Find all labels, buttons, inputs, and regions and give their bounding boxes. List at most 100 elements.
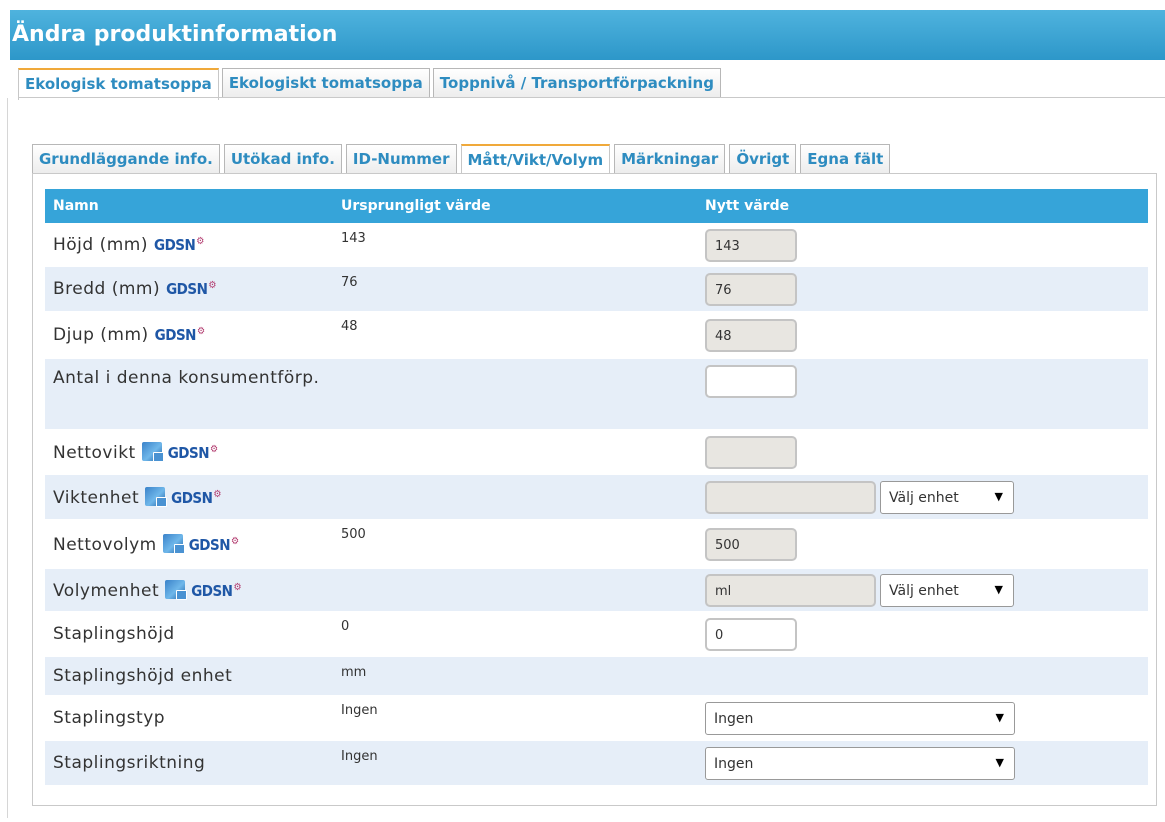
- table-header: Namn Ursprungligt värde Nytt värde: [45, 189, 1148, 223]
- width-input[interactable]: 76: [705, 272, 797, 306]
- row-label-text: Nettovikt: [53, 442, 136, 463]
- select-value: Välj enhet: [889, 489, 959, 506]
- depth-input[interactable]: 48: [705, 318, 797, 352]
- new-value-cell: 76: [697, 267, 1148, 311]
- table-row: Viktenhet GDSN⚙ Välj enhet ▼: [45, 475, 1148, 519]
- original-value: [333, 429, 697, 475]
- eu-flag-icon: [141, 441, 164, 462]
- new-value-cell: 48: [697, 311, 1148, 359]
- table-row: Antal i denna konsumentförp.: [45, 359, 1148, 429]
- gdsn-text: GDSN: [188, 535, 231, 554]
- original-value: 48: [341, 319, 358, 334]
- gdsn-logo-icon: GDSN⚙: [189, 536, 239, 554]
- gdsn-text: GDSN: [166, 280, 208, 298]
- gdsn-mark-icon: ⚙: [210, 443, 218, 455]
- gdsn-mark-icon: ⚙: [196, 236, 204, 247]
- column-header-new: Nytt värde: [705, 198, 790, 214]
- select-value: Välj enhet: [889, 582, 959, 599]
- chevron-down-icon: ▼: [994, 489, 1003, 503]
- new-value-cell: Ingen ▼: [697, 695, 1148, 741]
- weight-unit-select[interactable]: Välj enhet ▼: [880, 480, 1014, 514]
- row-label: Höjd (mm) GDSN⚙: [45, 223, 333, 267]
- original-value: 500: [341, 527, 366, 542]
- volume-unit-input[interactable]: ml: [705, 573, 876, 607]
- height-input[interactable]: 143: [705, 228, 797, 262]
- table-row: Staplingshöjd enhet mm: [45, 657, 1148, 695]
- row-label-text: Nettovolym: [53, 534, 157, 555]
- gdsn-mark-icon: ⚙: [213, 488, 221, 500]
- new-value-cell: Välj enhet ▼: [697, 475, 1148, 519]
- eu-flag-icon: [165, 579, 188, 600]
- table-row: Bredd (mm) GDSN⚙ 76 76: [45, 267, 1148, 311]
- tabs-divider: [18, 97, 1165, 98]
- new-value-cell: 143: [697, 223, 1148, 267]
- net-volume-input[interactable]: 500: [705, 527, 797, 561]
- row-label: Staplingsriktning: [53, 753, 206, 773]
- net-weight-input[interactable]: [705, 435, 797, 469]
- row-label: Nettovikt GDSN⚙: [45, 429, 333, 475]
- gdsn-logo-icon: GDSN⚙: [154, 236, 204, 254]
- row-label: Antal i denna konsumentförp.: [53, 368, 320, 388]
- select-value: Ingen: [714, 710, 754, 727]
- tab-matt-vikt-volym[interactable]: Mått/Vikt/Volym: [460, 144, 611, 176]
- gdsn-text: GDSN: [171, 488, 213, 507]
- original-value: [333, 569, 697, 611]
- original-value: [333, 359, 697, 429]
- gdsn-mark-icon: ⚙: [208, 280, 216, 291]
- tab-id-nummer[interactable]: ID-Nummer: [345, 144, 457, 174]
- table-row: Staplingsriktning Ingen Ingen ▼: [45, 741, 1148, 785]
- row-label: Bredd (mm) GDSN⚙: [45, 267, 333, 311]
- row-label: Staplingstyp: [53, 708, 166, 728]
- chevron-down-icon: ▼: [995, 755, 1004, 769]
- eu-flag-icon: [162, 533, 185, 554]
- new-value-cell: 500: [697, 519, 1148, 569]
- row-label: Staplingshöjd: [53, 624, 175, 644]
- stacking-height-input[interactable]: 0: [705, 617, 797, 651]
- gdsn-logo-icon: GDSN⚙: [171, 489, 221, 507]
- original-value: Ingen: [341, 703, 378, 718]
- tab-toppniva-transportforpackning[interactable]: Toppnivå / Transportförpackning: [432, 68, 721, 98]
- row-label-text: Viktenhet: [53, 487, 140, 508]
- stacking-type-select[interactable]: Ingen ▼: [705, 701, 1015, 735]
- measurements-panel: Namn Ursprungligt värde Nytt värde Höjd …: [32, 173, 1157, 806]
- table-row: Nettovikt GDSN⚙: [45, 429, 1148, 475]
- table-row: Staplingshöjd 0 0: [45, 611, 1148, 657]
- table-row: Staplingstyp Ingen Ingen ▼: [45, 695, 1148, 741]
- volume-unit-select[interactable]: Välj enhet ▼: [880, 573, 1014, 607]
- stacking-direction-select[interactable]: Ingen ▼: [705, 746, 1015, 780]
- tab-ovrigt[interactable]: Övrigt: [729, 144, 797, 174]
- original-value: 76: [341, 275, 358, 290]
- row-label: Nettovolym GDSN⚙: [45, 519, 333, 569]
- tab-utokad-info[interactable]: Utökad info.: [223, 144, 342, 174]
- chevron-down-icon: ▼: [994, 582, 1003, 596]
- chevron-down-icon: ▼: [995, 710, 1004, 724]
- table-row: Djup (mm) GDSN⚙ 48 48: [45, 311, 1148, 359]
- tab-ekologiskt-tomatsoppa[interactable]: Ekologiskt tomatsoppa: [221, 68, 430, 98]
- page-title: Ändra produktinformation: [10, 10, 1165, 60]
- column-header-original: Ursprungligt värde: [341, 198, 491, 214]
- row-label-text: Höjd (mm): [53, 235, 148, 255]
- table-row: Volymenhet GDSN⚙ ml Välj enhet ▼: [45, 569, 1148, 611]
- table-row: Nettovolym GDSN⚙ 500 500: [45, 519, 1148, 569]
- content-left-border: [7, 98, 8, 818]
- weight-unit-input[interactable]: [705, 480, 876, 514]
- gdsn-text: GDSN: [154, 236, 196, 254]
- new-value-cell: [697, 359, 1148, 429]
- row-label-text: Volymenhet: [53, 580, 160, 601]
- tab-markningar[interactable]: Märkningar: [614, 144, 726, 174]
- row-label: Viktenhet GDSN⚙: [45, 475, 333, 519]
- tab-grundlaggande-info[interactable]: Grundläggande info.: [32, 144, 220, 174]
- row-label-text: Bredd (mm): [53, 279, 161, 299]
- tab-ekologisk-tomatsoppa[interactable]: Ekologisk tomatsoppa: [18, 68, 219, 100]
- row-label: Volymenhet GDSN⚙: [45, 569, 333, 611]
- measurements-table: Namn Ursprungligt värde Nytt värde Höjd …: [45, 189, 1148, 785]
- gdsn-mark-icon: ⚙: [196, 326, 205, 337]
- new-value-cell: ml Välj enhet ▼: [697, 569, 1148, 611]
- row-label: Djup (mm) GDSN⚙: [45, 311, 333, 359]
- original-value: 0: [341, 619, 350, 634]
- eu-flag-icon: [145, 486, 168, 507]
- gdsn-logo-icon: GDSN⚙: [155, 326, 205, 344]
- tab-egna-falt[interactable]: Egna fält: [800, 144, 891, 174]
- quantity-input[interactable]: [705, 365, 797, 398]
- original-value: mm: [341, 665, 367, 680]
